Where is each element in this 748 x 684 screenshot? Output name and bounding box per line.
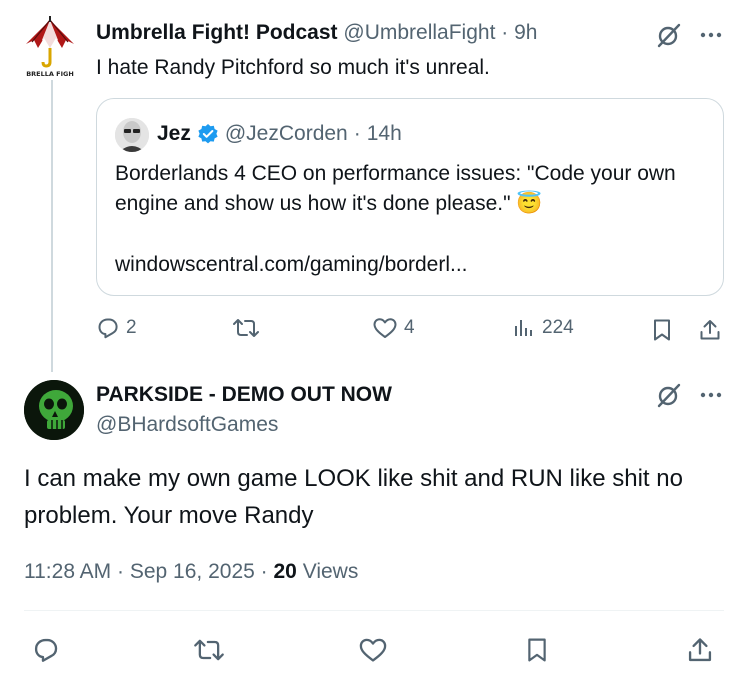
parent-tweet-text: I hate Randy Pitchford so much it's unre… xyxy=(96,56,490,79)
parent-tweet-header: Umbrella Fight! Podcast @UmbrellaFight ·… xyxy=(96,20,537,46)
retweet-button[interactable] xyxy=(192,634,226,666)
tweet-metadata: 11:28 AM · Sep 16, 2025 · 20 Views xyxy=(24,558,358,586)
quoted-tweet-card[interactable]: Jez @JezCorden · 14h Borderlands 4 CEO o… xyxy=(96,98,724,296)
tweet-date[interactable]: Sep 16, 2025 xyxy=(130,560,255,583)
quoted-author-avatar[interactable] xyxy=(115,118,149,152)
quoted-tweet-text: Borderlands 4 CEO on performance issues:… xyxy=(115,162,676,215)
like-icon xyxy=(359,638,387,662)
views-label: Views xyxy=(302,560,359,583)
share-icon xyxy=(700,320,720,340)
like-button[interactable]: 4 xyxy=(372,316,415,340)
parent-time-separator: · xyxy=(501,21,509,44)
verified-badge-icon xyxy=(197,123,219,145)
quoted-timestamp[interactable]: 14h xyxy=(367,121,402,147)
bookmark-icon xyxy=(528,638,546,662)
retweet-icon xyxy=(233,319,259,337)
retweet-button[interactable] xyxy=(232,316,266,340)
quoted-tweet-link[interactable]: windowscentral.com/gaming/borderl... xyxy=(115,251,468,279)
retweet-icon xyxy=(194,639,224,661)
bookmark-button[interactable] xyxy=(648,316,676,344)
reply-icon xyxy=(34,638,58,662)
meta-separator: · xyxy=(117,560,125,583)
tweet-time[interactable]: 11:28 AM xyxy=(24,560,111,583)
share-icon xyxy=(688,638,712,662)
meta-separator: · xyxy=(260,560,268,583)
share-button[interactable] xyxy=(696,316,724,344)
reply-button[interactable]: 2 xyxy=(96,316,137,340)
reply-handle[interactable]: @BHardsoftGames xyxy=(96,412,278,438)
like-count: 4 xyxy=(404,317,415,338)
reply-icon xyxy=(98,318,118,339)
grok-icon[interactable] xyxy=(654,20,684,50)
views-icon xyxy=(515,320,532,336)
parent-display-name[interactable]: Umbrella Fight! Podcast xyxy=(96,21,338,44)
views-button[interactable]: 224 xyxy=(512,316,574,340)
quoted-display-name[interactable]: Jez xyxy=(157,121,191,147)
quoted-time-separator: · xyxy=(353,122,361,145)
parent-handle[interactable]: @UmbrellaFight xyxy=(343,21,495,44)
grok-icon[interactable] xyxy=(654,380,684,410)
quoted-handle[interactable]: @JezCorden xyxy=(225,121,348,147)
parkside-avatar[interactable] xyxy=(24,380,84,440)
view-count: 20 xyxy=(273,560,297,583)
bookmark-button[interactable] xyxy=(522,634,552,666)
like-icon xyxy=(373,318,397,338)
bookmark-icon xyxy=(654,319,670,341)
quoted-tweet-header: Jez @JezCorden · 14h xyxy=(157,121,402,147)
action-bar-divider xyxy=(24,610,724,611)
reply-count: 2 xyxy=(126,317,137,338)
reply-tweet-text: I can make my own game LOOK like shit an… xyxy=(24,465,683,529)
more-options-icon[interactable] xyxy=(696,20,726,50)
reply-button[interactable] xyxy=(30,634,62,666)
more-options-icon[interactable] xyxy=(696,380,726,410)
views-count: 224 xyxy=(542,317,574,338)
svg-text:BRELLA FIGH: BRELLA FIGH xyxy=(26,70,74,78)
umbrella-fight-avatar[interactable]: BRELLA FIGH xyxy=(20,14,80,78)
parent-timestamp[interactable]: 9h xyxy=(514,21,537,44)
share-button[interactable] xyxy=(684,634,716,666)
thread-connector-line xyxy=(51,80,53,372)
like-button[interactable] xyxy=(356,634,390,666)
reply-display-name[interactable]: PARKSIDE - DEMO OUT NOW xyxy=(96,382,392,408)
